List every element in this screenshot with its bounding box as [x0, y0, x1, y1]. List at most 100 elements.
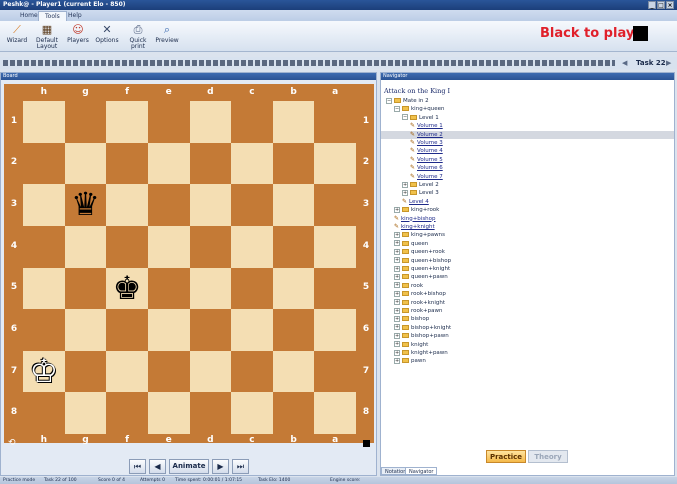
board-square[interactable]	[231, 392, 273, 434]
board-square[interactable]	[231, 184, 273, 226]
board-square[interactable]	[314, 184, 356, 226]
board-square[interactable]	[147, 309, 190, 351]
board-square[interactable]	[64, 267, 107, 310]
tree-item[interactable]: ✎ king+bishop	[381, 215, 674, 223]
expand-icon[interactable]: +	[394, 341, 400, 348]
board-square[interactable]	[106, 392, 148, 434]
tree-folder[interactable]: + rook+knight	[381, 299, 674, 307]
board-square[interactable]	[106, 225, 148, 268]
tree-folder[interactable]: + bishop+knight	[381, 324, 674, 332]
board-square[interactable]	[314, 101, 356, 143]
expand-icon[interactable]: +	[394, 282, 400, 289]
board-square[interactable]	[147, 350, 190, 393]
tree-folder[interactable]: + rook	[381, 282, 674, 290]
flip-board-icon[interactable]: ⟲	[8, 438, 16, 448]
board-square[interactable]	[64, 225, 107, 268]
board-square[interactable]	[106, 309, 148, 351]
expand-icon[interactable]: +	[394, 257, 400, 264]
board-square[interactable]	[106, 142, 148, 185]
board-square[interactable]	[23, 309, 65, 351]
black-piece[interactable]: ♛	[65, 184, 107, 226]
board-square[interactable]	[64, 101, 107, 143]
expand-icon[interactable]: +	[402, 189, 408, 196]
board-square[interactable]	[147, 142, 190, 185]
board-square[interactable]	[64, 350, 107, 393]
tree-item[interactable]: ✎ Level 4	[381, 198, 674, 206]
close-button[interactable]: ×	[666, 1, 674, 9]
theory-button[interactable]: Theory	[528, 450, 568, 463]
preview-button[interactable]: ⌕ Preview	[155, 22, 179, 50]
tree-item[interactable]: ✎ Volume 5	[381, 156, 674, 164]
tree-folder[interactable]: − king+queen	[381, 105, 674, 113]
board-square[interactable]	[106, 184, 148, 226]
board-square[interactable]	[314, 142, 356, 185]
board-square[interactable]	[231, 225, 273, 268]
tab-navigator[interactable]: Navigator	[405, 467, 438, 475]
expand-icon[interactable]: +	[394, 324, 400, 331]
board-square[interactable]	[272, 309, 315, 351]
tab-help[interactable]: Help	[62, 11, 88, 21]
board-square[interactable]	[23, 225, 65, 268]
board-square[interactable]	[272, 142, 315, 185]
board-square[interactable]	[272, 225, 315, 268]
wizard-button[interactable]: ⟋ Wizard	[6, 22, 28, 50]
board-square[interactable]	[314, 350, 356, 393]
board-square[interactable]	[314, 225, 356, 268]
board-square[interactable]	[189, 350, 232, 393]
tree-folder[interactable]: + pawn	[381, 357, 674, 365]
quick-print-button[interactable]: ⎙ Quick print	[122, 22, 154, 50]
board-square[interactable]	[189, 184, 232, 226]
tree-folder[interactable]: + queen+rook	[381, 248, 674, 256]
tree-folder[interactable]: − Mate in 2	[381, 97, 674, 105]
expand-icon[interactable]: +	[394, 315, 400, 322]
options-button[interactable]: ✕ Options	[95, 22, 119, 50]
board-square[interactable]	[147, 267, 190, 310]
practice-button[interactable]: Practice	[486, 450, 526, 463]
board-square[interactable]	[189, 142, 232, 185]
black-piece[interactable]: ♚	[106, 268, 148, 310]
tree-folder[interactable]: + queen+bishop	[381, 257, 674, 265]
task-next-icon[interactable]: ▶	[666, 57, 671, 69]
expand-icon[interactable]: +	[394, 290, 400, 297]
board-square[interactable]	[147, 184, 190, 226]
board-square[interactable]	[106, 101, 148, 143]
maximize-button[interactable]: □	[657, 1, 665, 9]
board-square[interactable]	[64, 142, 107, 185]
tree-item[interactable]: ✎ Volume 1	[381, 122, 674, 130]
tree-folder[interactable]: + queen+pawn	[381, 273, 674, 281]
board-square[interactable]	[23, 142, 65, 185]
board-square[interactable]	[147, 225, 190, 268]
collapse-icon[interactable]: −	[402, 114, 408, 121]
expand-icon[interactable]: +	[394, 240, 400, 247]
expand-icon[interactable]: +	[394, 206, 400, 213]
white-piece[interactable]: ♔	[23, 351, 65, 393]
tree-item[interactable]: ✎ Volume 7	[381, 173, 674, 181]
board-square[interactable]	[314, 267, 356, 310]
minimize-button[interactable]: _	[648, 1, 656, 9]
board-square[interactable]	[23, 184, 65, 226]
tree-folder[interactable]: + knight	[381, 341, 674, 349]
expand-icon[interactable]: +	[394, 248, 400, 255]
board-square[interactable]	[231, 350, 273, 393]
expand-icon[interactable]: +	[394, 273, 400, 280]
board-square[interactable]	[64, 392, 107, 434]
board-square[interactable]	[23, 101, 65, 143]
expand-icon[interactable]: +	[394, 265, 400, 272]
first-move-button[interactable]: ⏮	[129, 459, 146, 474]
expand-icon[interactable]: +	[394, 299, 400, 306]
board-square[interactable]	[314, 392, 356, 434]
tree-folder[interactable]: + king+pawns	[381, 231, 674, 239]
expand-icon[interactable]: +	[394, 349, 400, 356]
last-move-button[interactable]: ⏭	[232, 459, 249, 474]
tree-item[interactable]: ✎ Volume 2	[381, 130, 674, 139]
tree-folder[interactable]: + bishop+pawn	[381, 332, 674, 340]
board-square[interactable]	[189, 225, 232, 268]
board-square[interactable]	[106, 350, 148, 393]
board-square[interactable]	[189, 309, 232, 351]
expand-icon[interactable]: +	[394, 332, 400, 339]
tree-folder[interactable]: + rook+bishop	[381, 290, 674, 298]
tree-folder[interactable]: + Level 3	[381, 189, 674, 197]
tree-folder[interactable]: − Level 1	[381, 114, 674, 122]
board-square[interactable]	[314, 309, 356, 351]
board-square[interactable]	[64, 309, 107, 351]
